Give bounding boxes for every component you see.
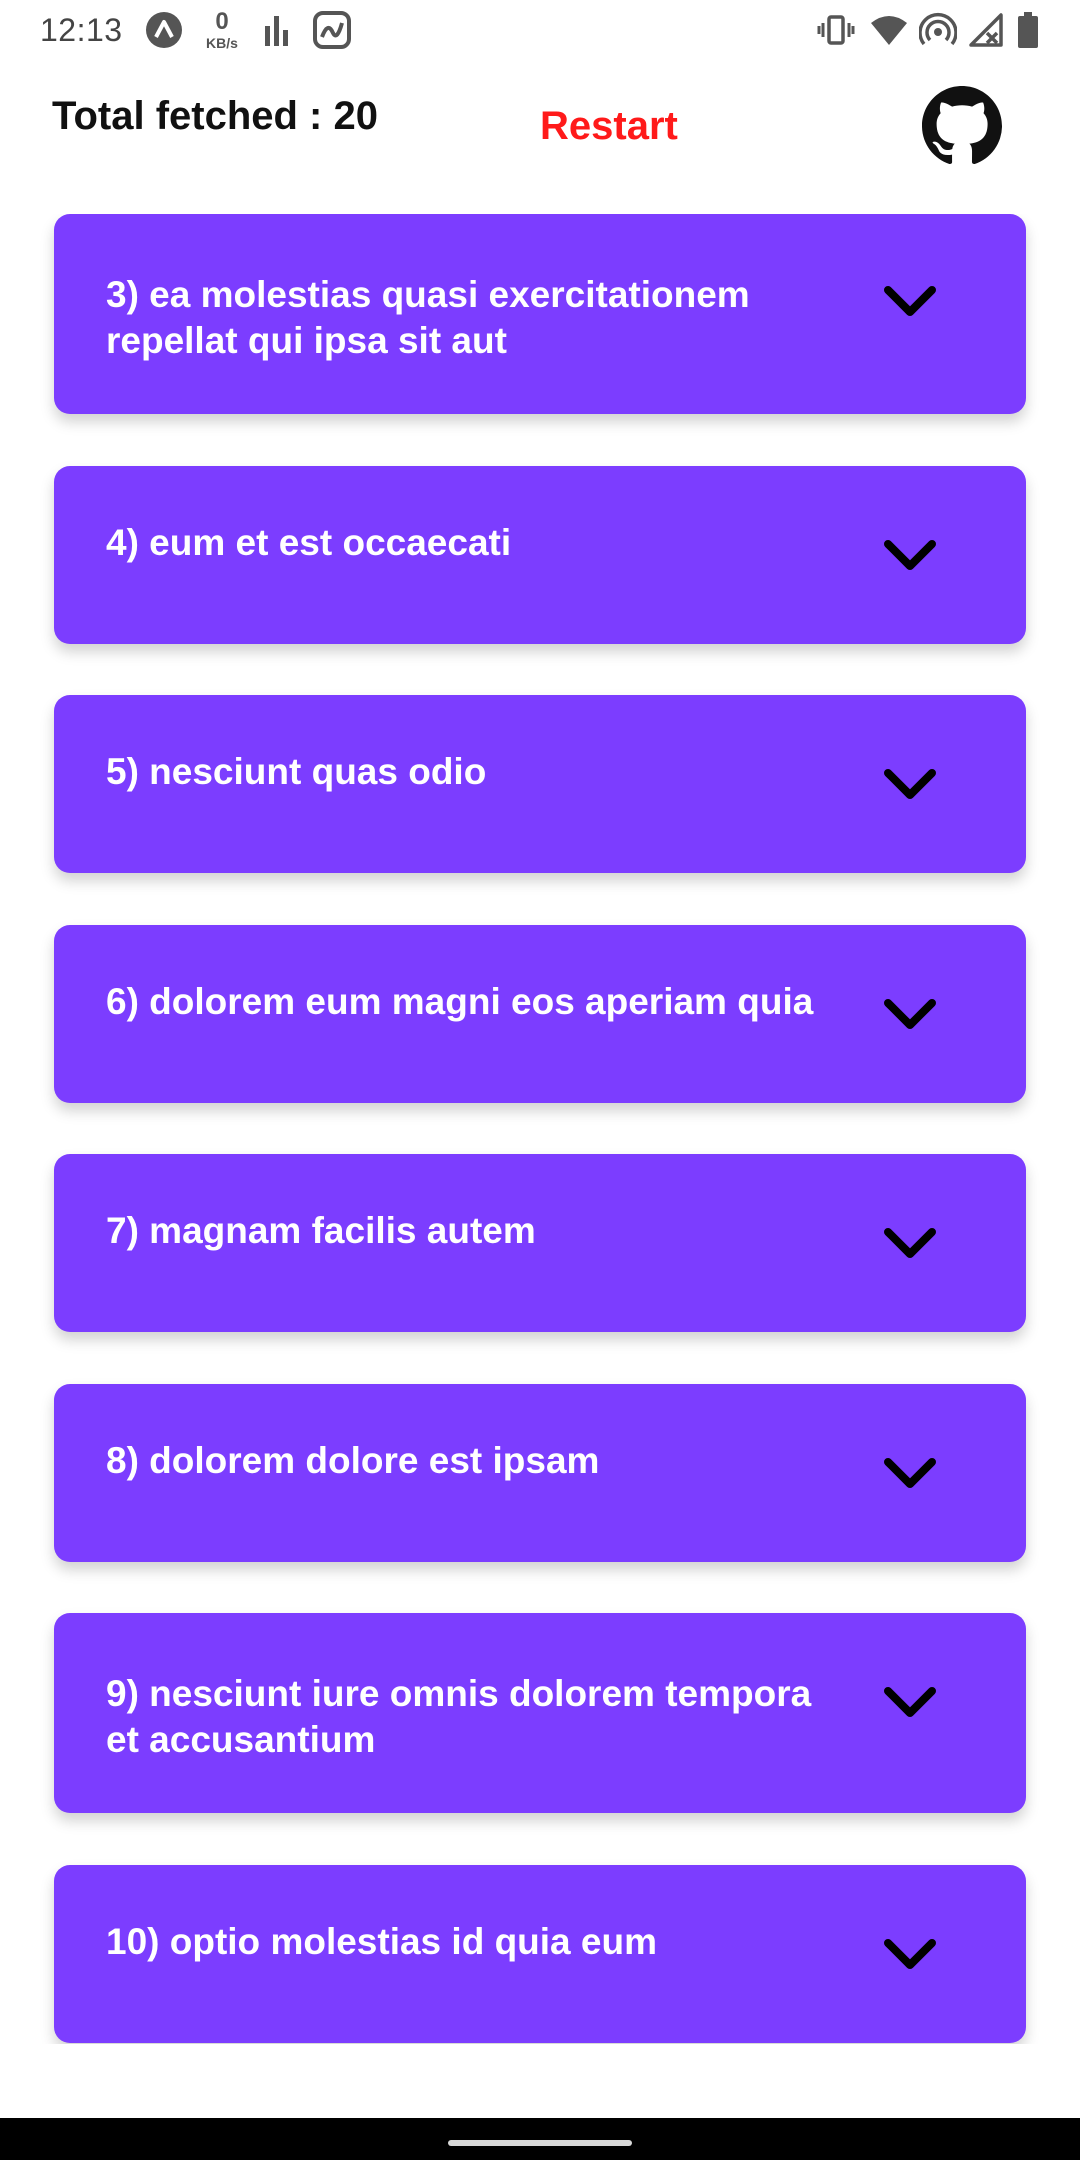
hotspot-icon <box>918 10 958 50</box>
list-item-title: 7) magnam facilis autem <box>106 1210 536 1251</box>
restart-button[interactable]: Restart <box>540 104 678 149</box>
chevron-down-icon[interactable] <box>882 1456 938 1492</box>
cell-signal-off-icon <box>966 10 1006 50</box>
github-icon[interactable] <box>922 86 1002 166</box>
list-item[interactable]: 3) ea molestias quasi exercitationem rep… <box>54 214 1026 414</box>
vibrate-icon <box>816 10 856 50</box>
list-item[interactable]: 9) nesciunt iure omnis dolorem tempora e… <box>54 1613 1026 1813</box>
list-item-title: 5) nesciunt quas odio <box>106 751 487 792</box>
list-item-title: 8) dolorem dolore est ipsam <box>106 1440 600 1481</box>
signal-bars-icon <box>262 10 292 50</box>
list-item[interactable]: 4) eum et est occaecati <box>54 466 1026 644</box>
status-time: 12:13 <box>40 12 123 48</box>
list-item-title: 3) ea molestias quasi exercitationem rep… <box>106 274 750 361</box>
total-fetched-label: Total fetched : 20 <box>52 94 378 138</box>
list-item[interactable]: 5) nesciunt quas odio <box>54 695 1026 873</box>
app-a-icon <box>144 10 184 50</box>
chevron-down-icon[interactable] <box>882 1937 938 1973</box>
list-item-title: 10) optio molestias id quia eum <box>106 1921 657 1962</box>
home-gesture-handle[interactable] <box>448 2140 632 2146</box>
list-item-title: 4) eum et est occaecati <box>106 522 512 563</box>
chevron-down-icon[interactable] <box>882 1685 938 1721</box>
chevron-down-icon[interactable] <box>882 997 938 1033</box>
app-header: Total fetched : 20 Restart <box>0 80 1080 180</box>
status-bar: 12:13 0 KB/s <box>0 0 1080 62</box>
list-item[interactable]: 10) optio molestias id quia eum <box>54 1865 1026 2043</box>
list-item[interactable]: 7) magnam facilis autem <box>54 1154 1026 1332</box>
app-tile-icon <box>312 10 352 50</box>
list-item[interactable]: 6) dolorem eum magni eos aperiam quia <box>54 925 1026 1103</box>
system-nav-bar <box>0 2118 1080 2160</box>
net-speed: 0 KB/s <box>196 8 248 51</box>
post-list[interactable]: 3) ea molestias quasi exercitationem rep… <box>0 214 1080 2044</box>
list-item-title: 6) dolorem eum magni eos aperiam quia <box>106 981 814 1022</box>
wifi-icon <box>868 10 910 50</box>
net-speed-unit: KB/s <box>206 35 238 51</box>
chevron-down-icon[interactable] <box>882 284 938 320</box>
list-item-title: 9) nesciunt iure omnis dolorem tempora e… <box>106 1673 812 1760</box>
battery-icon <box>1014 10 1042 50</box>
chevron-down-icon[interactable] <box>882 1226 938 1262</box>
chevron-down-icon[interactable] <box>882 538 938 574</box>
chevron-down-icon[interactable] <box>882 767 938 803</box>
list-item[interactable]: 8) dolorem dolore est ipsam <box>54 1384 1026 1562</box>
net-speed-value: 0 <box>215 8 229 35</box>
